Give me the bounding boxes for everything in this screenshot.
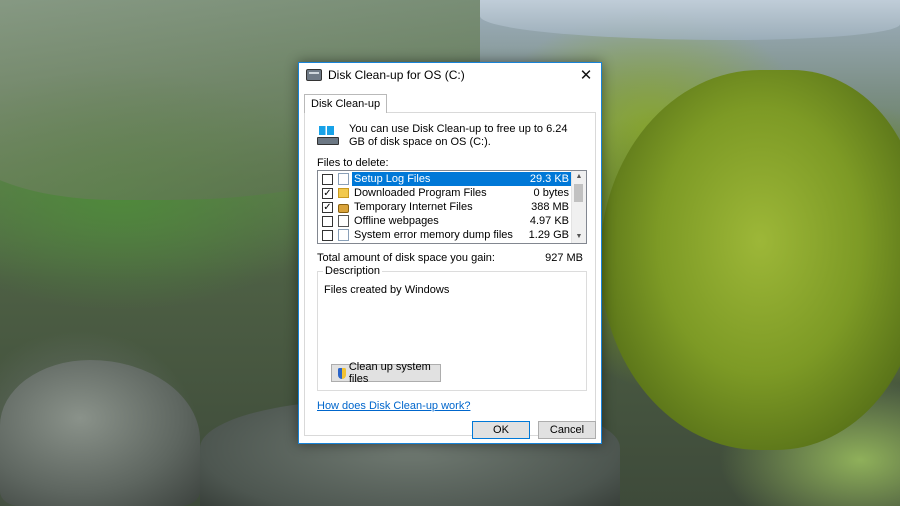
checkbox[interactable]: ✓	[322, 201, 333, 213]
folder-icon	[338, 188, 349, 198]
clean-up-system-files-label: Clean up system files	[348, 361, 431, 385]
scroll-down-arrow-icon[interactable]: ▼	[572, 231, 586, 243]
list-item-text: Offline webpages 4.97 KB	[352, 214, 573, 228]
file-size: 29.3 KB	[529, 173, 569, 185]
list-item-text: Temporary Internet Files 388 MB	[352, 200, 573, 214]
file-size: 0 bytes	[533, 187, 569, 199]
uac-shield-icon	[338, 367, 346, 379]
file-name: System error memory dump files	[354, 229, 513, 241]
intro-section: You can use Disk Clean-up to free up to …	[317, 123, 579, 149]
webpage-icon	[338, 215, 349, 227]
cancel-button[interactable]: Cancel	[538, 421, 596, 439]
description-text: Files created by Windows	[324, 284, 450, 296]
checkbox[interactable]: ✓	[322, 187, 333, 199]
document-icon	[338, 173, 349, 185]
list-item[interactable]: ✓ Temporary Internet Files 388 MB	[318, 200, 573, 214]
intro-text: You can use Disk Clean-up to free up to …	[349, 123, 568, 148]
list-item[interactable]: ✓ Downloaded Program Files 0 bytes	[318, 186, 573, 200]
hard-disk-icon	[317, 137, 339, 145]
file-name: Setup Log Files	[354, 173, 431, 185]
checkbox[interactable]	[322, 173, 333, 185]
scroll-thumb[interactable]	[574, 184, 583, 202]
list-item-text: Setup Log Files 29.3 KB	[352, 172, 573, 186]
drive-icon	[317, 123, 339, 145]
sky	[480, 0, 900, 40]
disk-cleanup-app-icon	[306, 68, 322, 81]
windows-logo-icon	[319, 126, 334, 135]
tab-panel: You can use Disk Clean-up to free up to …	[304, 112, 596, 436]
total-gain-value: 927 MB	[545, 252, 583, 264]
file-name: Downloaded Program Files	[354, 187, 487, 199]
list-item-text: System error memory dump files 1.29 GB	[352, 228, 573, 242]
list-item-text: Downloaded Program Files 0 bytes	[352, 186, 573, 200]
rock-left	[0, 360, 200, 506]
scroll-up-arrow-icon[interactable]: ▲	[572, 171, 586, 183]
description-group: Description Files created by Windows Cle…	[317, 265, 587, 391]
list-item[interactable]: System error memory dump files 1.29 GB	[318, 228, 573, 242]
tab-strip: Disk Clean-up	[299, 92, 601, 113]
help-link[interactable]: How does Disk Clean-up work?	[317, 400, 470, 412]
file-size: 4.97 KB	[529, 215, 569, 227]
file-size: 1.29 GB	[528, 229, 569, 241]
ok-button[interactable]: OK	[472, 421, 530, 439]
files-to-delete-label: Files to delete:	[317, 157, 389, 169]
file-list[interactable]: Setup Log Files 29.3 KB ✓ Downloaded Pro…	[317, 170, 587, 244]
window-title: Disk Clean-up for OS (C:)	[328, 67, 465, 82]
vertical-scrollbar[interactable]: ▲ ▼	[571, 171, 586, 243]
list-item[interactable]: Setup Log Files 29.3 KB	[318, 172, 573, 186]
disk-cleanup-dialog: Disk Clean-up for OS (C:) ✕ Disk Clean-u…	[298, 62, 602, 444]
file-size: 388 MB	[531, 201, 569, 213]
checkbox[interactable]	[322, 229, 333, 241]
file-name: Offline webpages	[354, 215, 439, 227]
mossy-boulder	[600, 70, 900, 450]
close-button[interactable]: ✕	[571, 63, 601, 86]
title-bar[interactable]: Disk Clean-up for OS (C:) ✕	[299, 63, 601, 86]
lock-icon	[338, 204, 349, 213]
checkbox[interactable]	[322, 215, 333, 227]
description-legend: Description	[323, 265, 383, 277]
document-icon	[338, 229, 349, 241]
clean-up-system-files-button[interactable]: Clean up system files	[331, 361, 441, 385]
file-name: Temporary Internet Files	[354, 201, 473, 213]
total-gain-label: Total amount of disk space you gain:	[317, 252, 495, 264]
tab-disk-cleanup[interactable]: Disk Clean-up	[304, 94, 388, 113]
total-gain-row: Total amount of disk space you gain: 927…	[317, 252, 583, 264]
list-item[interactable]: Offline webpages 4.97 KB	[318, 214, 573, 228]
